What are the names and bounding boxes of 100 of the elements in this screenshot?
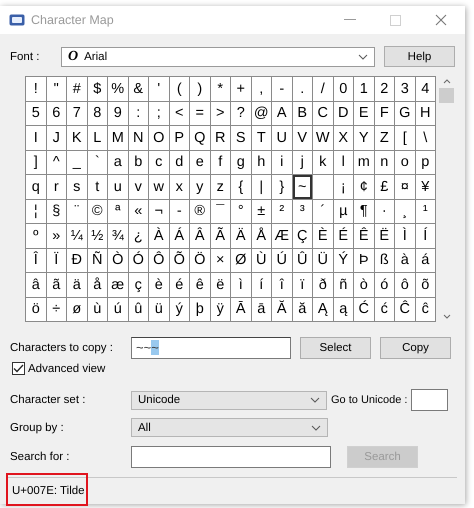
character-cell[interactable]: É <box>334 224 353 248</box>
character-cell[interactable]: < <box>170 102 189 125</box>
group-by-dropdown[interactable]: All <box>131 418 328 437</box>
character-cell[interactable]: : <box>128 102 148 125</box>
character-cell[interactable]: ¬ <box>149 200 168 223</box>
character-cell[interactable]: Q <box>190 126 210 150</box>
character-cell[interactable]: º <box>26 224 46 248</box>
character-cell[interactable]: Ä <box>231 224 250 248</box>
character-cell[interactable]: L <box>88 126 107 150</box>
character-cell[interactable]: n <box>374 150 394 174</box>
character-cell[interactable]: õ <box>416 273 435 296</box>
character-cell[interactable]: [ <box>395 126 414 150</box>
character-cell[interactable]: ^ <box>46 150 66 174</box>
character-cell[interactable]: ý <box>170 298 189 321</box>
character-cell[interactable]: ¶ <box>354 200 374 223</box>
character-cell[interactable]: w <box>149 175 168 198</box>
character-cell[interactable]: Ā <box>231 298 250 321</box>
character-cell[interactable]: Ö <box>190 248 210 272</box>
character-cell[interactable]: ` <box>88 150 107 174</box>
character-cell[interactable]: . <box>292 77 312 100</box>
character-cell[interactable]: Þ <box>354 248 374 272</box>
character-cell[interactable]: ° <box>231 200 250 223</box>
character-cell[interactable]: y <box>190 175 210 198</box>
character-cell[interactable]: Ï <box>46 248 66 272</box>
character-cell[interactable]: Ð <box>67 248 86 272</box>
character-cell[interactable]: p <box>416 150 435 174</box>
character-cell[interactable]: û <box>128 298 148 321</box>
scroll-up-icon[interactable] <box>442 79 450 84</box>
character-cell[interactable]: b <box>128 150 148 174</box>
character-cell[interactable]: © <box>88 200 107 223</box>
character-cell[interactable]: 0 <box>334 77 353 100</box>
scroll-down-icon[interactable] <box>442 314 450 319</box>
character-cell[interactable]: Ú <box>272 248 292 272</box>
character-cell[interactable]: Ò <box>108 248 128 272</box>
character-cell[interactable]: ë <box>210 273 230 296</box>
character-cell[interactable]: å <box>88 273 107 296</box>
character-cell[interactable]: M <box>108 126 128 150</box>
character-cell[interactable]: v <box>128 175 148 198</box>
character-cell[interactable]: · <box>374 200 394 223</box>
character-cell[interactable]: ( <box>170 77 189 100</box>
character-cell[interactable]: ¡ <box>334 175 353 198</box>
character-cell[interactable]: - <box>170 200 189 223</box>
select-button[interactable]: Select <box>300 337 371 359</box>
character-cell[interactable]: c <box>149 150 168 174</box>
characters-to-copy-field[interactable]: ~~~ <box>131 337 291 359</box>
character-cell[interactable]: d <box>170 150 189 174</box>
character-cell[interactable]: u <box>108 175 128 198</box>
character-cell[interactable]: } <box>272 175 292 198</box>
character-cell[interactable]: ô <box>395 273 414 296</box>
character-cell[interactable]: & <box>128 77 148 100</box>
character-cell[interactable]: ā <box>252 298 271 321</box>
character-cell[interactable]: ± <box>252 200 271 223</box>
character-cell[interactable]: 7 <box>67 102 86 125</box>
character-cell[interactable]: Ç <box>292 224 312 248</box>
character-cell[interactable]: Ą <box>313 298 332 321</box>
character-cell[interactable]: Ì <box>395 224 414 248</box>
character-cell[interactable]: æ <box>108 273 128 296</box>
close-icon[interactable] <box>435 14 447 26</box>
character-cell[interactable]: ! <box>26 77 46 100</box>
character-cell[interactable]: j <box>292 150 312 174</box>
character-cell[interactable]: R <box>210 126 230 150</box>
character-cell[interactable]: ù <box>88 298 107 321</box>
character-cell[interactable]: ß <box>374 248 394 272</box>
character-cell[interactable]: 5 <box>26 102 46 125</box>
character-cell[interactable]: o <box>395 150 414 174</box>
character-cell[interactable]: ® <box>190 200 210 223</box>
character-cell[interactable]: W <box>313 126 332 150</box>
character-cell[interactable]: £ <box>374 175 394 198</box>
character-cell[interactable]: X <box>334 126 353 150</box>
character-cell[interactable]: ¸ <box>395 200 414 223</box>
character-cell[interactable]: N <box>128 126 148 150</box>
character-cell[interactable]: ¹ <box>416 200 435 223</box>
character-cell[interactable]: ç <box>128 273 148 296</box>
character-cell[interactable]: K <box>67 126 86 150</box>
character-cell[interactable]: , <box>252 77 271 100</box>
font-dropdown[interactable]: O Arial <box>61 46 375 66</box>
character-cell[interactable]: Ø <box>231 248 250 272</box>
character-cell[interactable]: è <box>149 273 168 296</box>
character-cell[interactable]: - <box>272 77 292 100</box>
character-cell[interactable]: ó <box>374 273 394 296</box>
character-cell[interactable]: ¥ <box>416 175 435 198</box>
character-cell[interactable]: Ü <box>313 248 332 272</box>
copy-button[interactable]: Copy <box>380 337 451 359</box>
character-cell[interactable]: C <box>313 102 332 125</box>
character-cell[interactable]: / <box>313 77 332 100</box>
character-cell[interactable]: t <box>88 175 107 198</box>
character-cell[interactable]: > <box>210 102 230 125</box>
character-cell[interactable]: $ <box>88 77 107 100</box>
character-cell[interactable]: × <box>210 248 230 272</box>
character-cell[interactable]: ü <box>149 298 168 321</box>
character-cell[interactable]: 6 <box>46 102 66 125</box>
character-cell[interactable]: | <box>252 175 271 198</box>
character-cell[interactable]: ª <box>108 200 128 223</box>
character-cell[interactable]: + <box>231 77 250 100</box>
character-cell[interactable]: Á <box>170 224 189 248</box>
character-cell[interactable]: x <box>170 175 189 198</box>
character-cell[interactable]: ÷ <box>46 298 66 321</box>
character-cell[interactable]: T <box>252 126 271 150</box>
character-cell[interactable]: ì <box>231 273 250 296</box>
character-cell[interactable]: Ê <box>354 224 374 248</box>
